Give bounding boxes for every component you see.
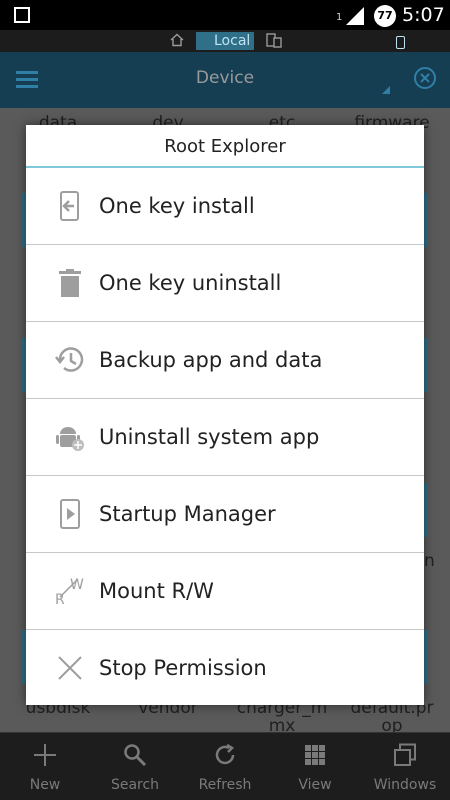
app-header: Device [0,52,450,108]
search-label: Search [110,777,160,793]
folder-edge [424,630,428,684]
status-bar: 1 77 5:07 [0,0,450,30]
local-storage-label: Local [214,33,251,49]
menu-item-label: Stop Permission [99,656,267,680]
devices-icon[interactable] [266,33,282,48]
play-phone-icon [60,499,80,529]
refresh-button[interactable]: Refresh [180,733,270,800]
windows-label: Windows [373,777,437,793]
menu-item-one-key-install[interactable]: One key install [26,168,424,245]
menu-item-label: One key uninstall [99,271,282,295]
dropdown-corner-icon [382,86,390,94]
view-button[interactable]: View [270,733,360,800]
menu-item-label: Uninstall system app [99,425,320,449]
view-label: View [298,777,332,793]
trash-icon [59,269,81,297]
menu-item-startup-manager[interactable]: Startup Manager [26,476,424,553]
file-item-label-fragment: n [424,551,435,571]
home-icon[interactable] [170,33,184,47]
close-circle-icon[interactable] [413,66,437,90]
new-button[interactable]: New [0,733,90,800]
root-explorer-dialog: Root Explorer One key install One key un… [26,125,424,705]
grid-icon [305,745,325,765]
menu-item-mount-rw[interactable]: R W Mount R/W [26,553,424,630]
menu-item-label: One key install [99,194,255,218]
menu-item-uninstall-system-app[interactable]: Uninstall system app [26,399,424,476]
windows-icon [394,743,416,766]
new-label: New [29,777,61,793]
folder-edge [424,338,428,392]
plus-icon [34,744,56,766]
page-title: Device [195,68,255,88]
folder-edge [424,193,428,247]
recent-apps-square-icon [14,7,30,23]
search-icon [124,744,147,767]
android-icon [56,427,84,451]
phone-icon [396,36,405,49]
menu-item-label: Mount R/W [99,579,214,603]
refresh-label: Refresh [198,777,252,793]
menu-item-label: Backup app and data [99,348,323,372]
local-storage-tab[interactable]: Local [196,32,405,50]
location-bar: Local [0,30,450,52]
menu-item-backup-app-data[interactable]: Backup app and data [26,322,424,399]
signal-icon [346,7,364,25]
bottom-toolbar: New Search Refresh View Windows [0,732,450,800]
close-x-icon [58,656,82,680]
menu-item-stop-permission[interactable]: Stop Permission [26,630,424,707]
search-button[interactable]: Search [90,733,180,800]
menu-item-one-key-uninstall[interactable]: One key uninstall [26,245,424,322]
folder-edge [424,483,428,537]
refresh-icon [215,743,235,765]
rw-icon: R W [55,577,84,607]
history-icon [55,347,84,372]
notification-badge: 77 [374,5,396,27]
dialog-title: Root Explorer [26,125,424,168]
menu-item-label: Startup Manager [99,502,276,526]
install-icon [60,191,79,221]
windows-button[interactable]: Windows [360,733,450,800]
sim-indicator: 1 [336,12,343,23]
clock: 5:07 [402,4,445,26]
